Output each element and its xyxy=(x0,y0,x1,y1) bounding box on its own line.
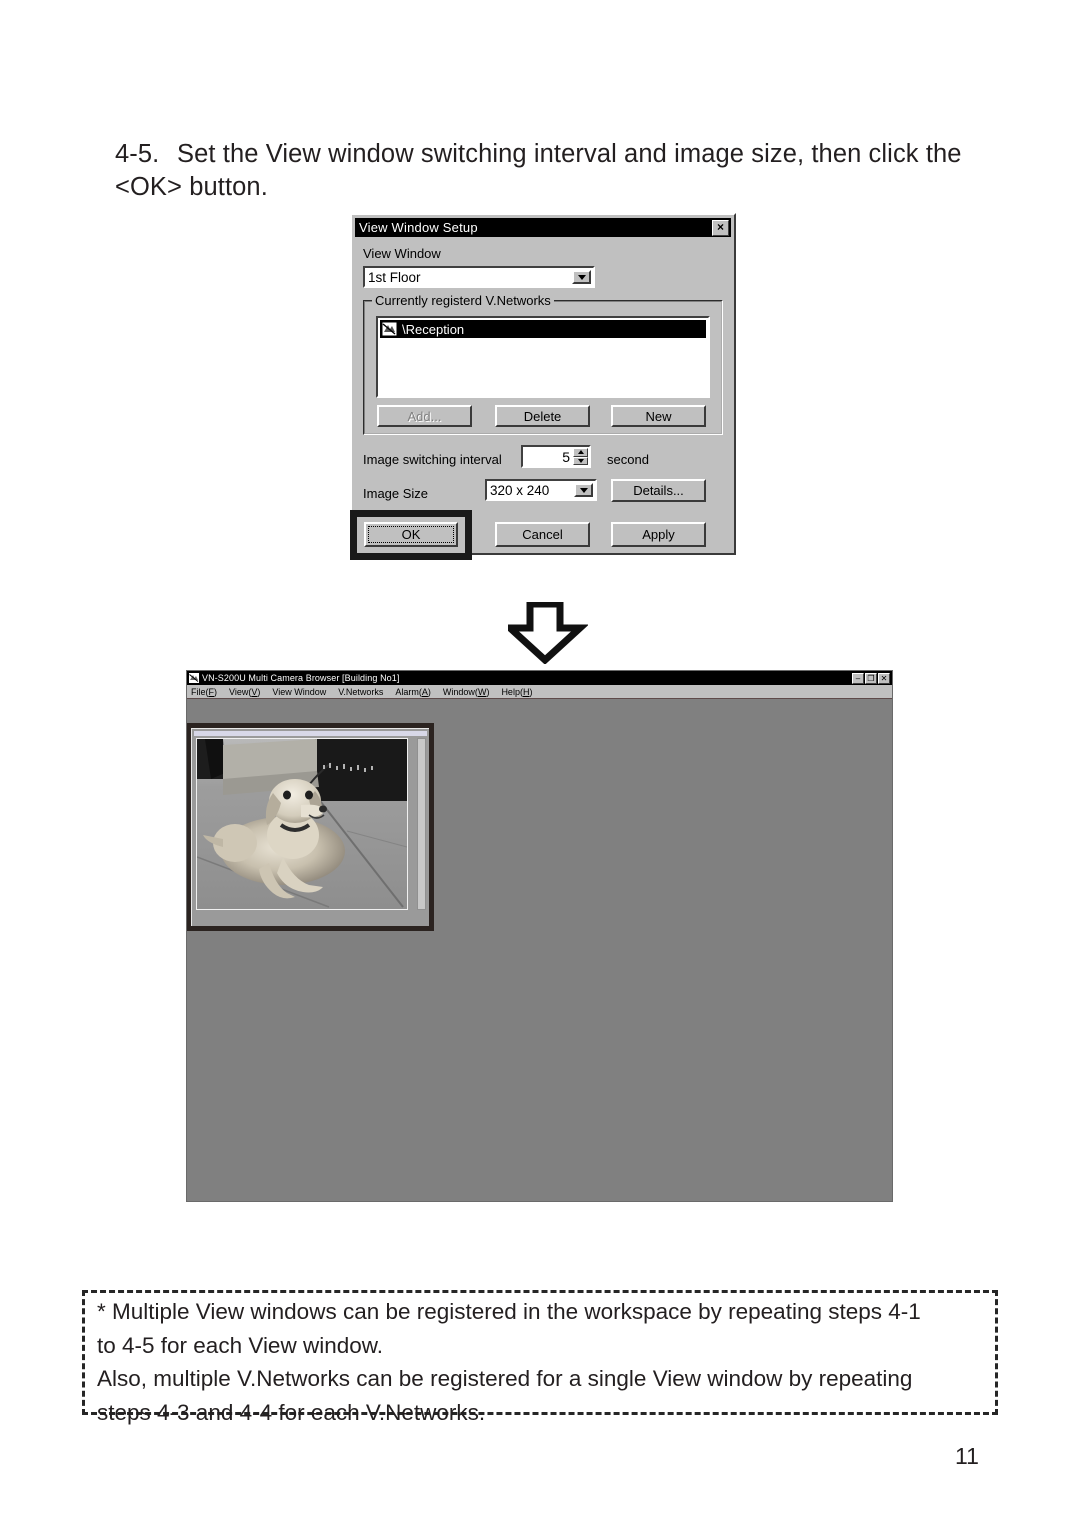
interval-spinner[interactable]: 5 xyxy=(521,445,591,468)
menu-help[interactable]: Help(H) xyxy=(501,687,532,697)
chevron-down-icon[interactable] xyxy=(574,483,593,497)
dialog-title: View Window Setup xyxy=(359,220,478,235)
note-line-1: * Multiple View windows can be registere… xyxy=(97,1299,921,1324)
interval-label: Image switching interval xyxy=(363,452,502,467)
image-size-combobox[interactable]: 320 x 240 xyxy=(485,479,597,501)
view-window-combobox[interactable]: 1st Floor xyxy=(363,266,595,288)
view-window-highlight xyxy=(187,723,434,931)
note-line-2: to 4-5 for each View window. xyxy=(97,1332,383,1358)
vnetwork-icon xyxy=(382,322,397,336)
list-item[interactable]: \Reception xyxy=(380,320,706,338)
cancel-button[interactable]: Cancel xyxy=(495,522,590,547)
add-button[interactable]: Add... xyxy=(377,405,472,427)
registered-vnetworks-group-label: Currently registerd V.Networks xyxy=(372,293,554,308)
view-window-scrollbar[interactable] xyxy=(417,738,426,910)
camera-image xyxy=(197,739,407,909)
dialog-titlebar: View Window Setup × xyxy=(355,218,731,237)
view-window-child[interactable] xyxy=(191,728,429,926)
menu-file[interactable]: File(F) xyxy=(191,687,217,697)
down-arrow-icon xyxy=(500,600,590,665)
apply-button[interactable]: Apply xyxy=(611,522,706,547)
menu-view-window[interactable]: View Window xyxy=(272,687,326,697)
minimize-icon[interactable]: – xyxy=(852,672,864,684)
interval-value: 5 xyxy=(562,448,570,465)
close-icon[interactable]: ✕ xyxy=(878,672,890,684)
ok-button[interactable]: OK xyxy=(364,522,458,547)
view-window-setup-dialog: View Window Setup × View Window 1st Floo… xyxy=(350,213,736,560)
window-controls: – ❐ ✕ xyxy=(852,672,890,684)
note-line-3: Also, multiple V.Networks can be registe… xyxy=(97,1366,913,1391)
browser-client-area xyxy=(187,698,892,1201)
menu-view[interactable]: View(V) xyxy=(229,687,260,697)
spinner-buttons[interactable] xyxy=(573,448,588,465)
ok-button-label: OK xyxy=(401,527,421,542)
multi-camera-browser-window: VN-S200U Multi Camera Browser [Building … xyxy=(186,670,893,1202)
details-button[interactable]: Details... xyxy=(611,479,706,502)
chevron-down-icon[interactable] xyxy=(572,270,591,284)
vnetworks-listbox[interactable]: \Reception xyxy=(376,316,710,398)
close-icon[interactable]: × xyxy=(712,219,729,236)
view-window-combobox-value: 1st Floor xyxy=(368,269,421,285)
list-item-label: \Reception xyxy=(402,321,465,337)
browser-titlebar: VN-S200U Multi Camera Browser [Building … xyxy=(187,671,892,685)
note-box: * Multiple View windows can be registere… xyxy=(82,1290,998,1425)
interval-unit-label: second xyxy=(607,452,649,467)
menu-vnetworks[interactable]: V.Networks xyxy=(338,687,383,697)
spinner-down-icon[interactable] xyxy=(573,456,588,465)
image-size-label: Image Size xyxy=(363,486,429,501)
delete-button[interactable]: Delete xyxy=(495,405,590,427)
note-line-4: steps 4-3 and 4-4 for each V.Networks. xyxy=(97,1399,486,1425)
page-number: 11 xyxy=(955,1443,979,1469)
image-size-combobox-value: 320 x 240 xyxy=(490,482,550,498)
spinner-up-icon[interactable] xyxy=(573,448,588,457)
app-icon xyxy=(189,673,199,683)
view-window-child-titlebar xyxy=(194,731,427,736)
camera-video-frame xyxy=(196,738,408,910)
step-heading: 4-5. Set the View window switching inter… xyxy=(115,138,1005,204)
note-text: * Multiple View windows can be registere… xyxy=(97,1295,987,1429)
new-button[interactable]: New xyxy=(611,405,706,427)
browser-title: VN-S200U Multi Camera Browser [Building … xyxy=(202,673,400,683)
browser-menubar: File(F) View(V) View Window V.Networks A… xyxy=(187,685,892,698)
restore-icon[interactable]: ❐ xyxy=(865,672,877,684)
step-number: 4-5. xyxy=(115,140,160,168)
view-window-label: View Window xyxy=(363,246,441,261)
dialog-body: View Window 1st Floor Currently register… xyxy=(350,240,731,560)
menu-alarm[interactable]: Alarm(A) xyxy=(395,687,431,697)
menu-window[interactable]: Window(W) xyxy=(443,687,490,697)
step-text: Set the View window switching interval a… xyxy=(115,140,962,201)
